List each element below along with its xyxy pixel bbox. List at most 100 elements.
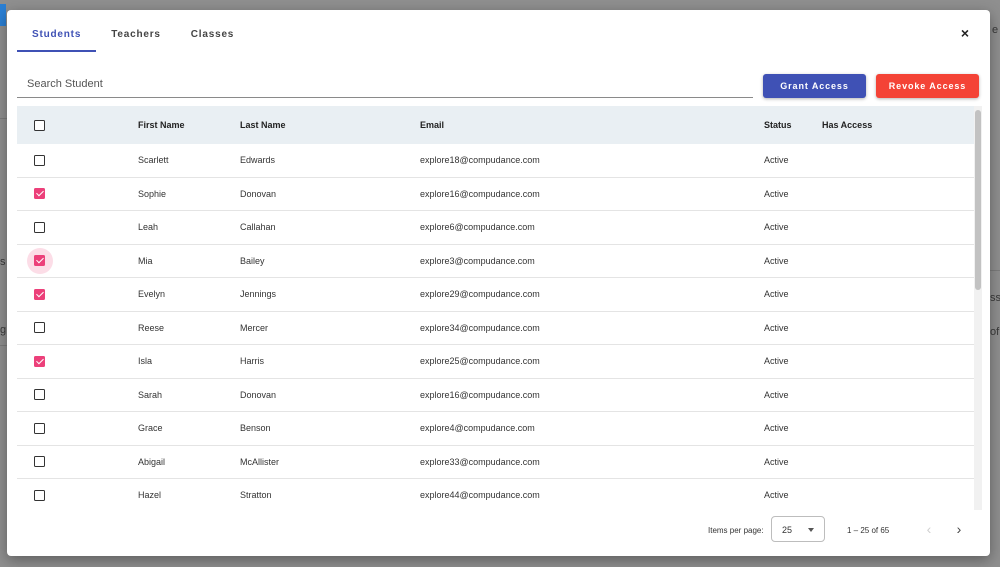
table-row[interactable]: Hazel Stratton explore44@compudance.com Act…	[17, 479, 974, 510]
app-logo	[0, 4, 6, 26]
header-has-access[interactable]: Has Access	[822, 120, 902, 130]
next-page-icon[interactable]: ›	[950, 521, 968, 539]
email-cell: explore4@compudance.com	[420, 423, 535, 434]
email-cell: explore3@compudance.com	[420, 255, 535, 266]
previous-page-icon[interactable]: ‹	[920, 521, 938, 539]
last-name-cell: Stratton	[240, 490, 272, 501]
revoke-access-button[interactable]: Revoke Access	[876, 74, 979, 98]
bg-text-fragment: s	[0, 256, 6, 268]
search-field	[17, 70, 753, 98]
email-cell: explore25@compudance.com	[420, 356, 540, 367]
bg-text-fragment: ss	[990, 292, 1000, 304]
header-first-name[interactable]: First Name	[57, 120, 240, 130]
close-icon[interactable]: ×	[956, 24, 974, 42]
table-row[interactable]: Evelyn Jennings explore29@compudance.com Ac…	[17, 278, 974, 312]
bg-divider	[0, 118, 7, 119]
page-range-label: 1 – 25 of 65	[847, 526, 890, 535]
table-row[interactable]: Isla Harris explore25@compudance.com Active	[17, 345, 974, 379]
row-checkbox[interactable]	[34, 221, 45, 233]
tab-students[interactable]: Students	[17, 24, 97, 52]
tab-bar: Students Teachers Classes	[17, 24, 249, 52]
bg-divider	[0, 345, 7, 346]
status-cell: Active	[764, 222, 789, 233]
bg-text-fragment: e	[992, 24, 999, 36]
status-cell: Active	[764, 356, 789, 367]
row-checkbox[interactable]	[34, 188, 45, 200]
header-status[interactable]: Status	[764, 120, 822, 130]
email-cell: explore33@compudance.com	[420, 456, 540, 467]
search-input[interactable]	[17, 70, 753, 97]
bg-text-fragment: of	[990, 326, 1000, 338]
status-cell: Active	[764, 423, 789, 434]
status-cell: Active	[764, 490, 789, 501]
bg-divider	[990, 270, 1000, 271]
last-name-cell: Bailey	[240, 255, 265, 266]
first-name-cell: Scarlett	[138, 155, 169, 166]
first-name-cell: Sarah	[138, 389, 163, 400]
items-per-page-value: 25	[782, 525, 793, 535]
row-checkbox[interactable]	[34, 288, 45, 300]
header-email[interactable]: Email	[420, 120, 764, 130]
email-cell: explore29@compudance.com	[420, 289, 540, 300]
paginator: Items per page: 25 1 – 25 of 65 ‹ ›	[7, 513, 990, 549]
row-checkbox-cell	[17, 278, 57, 311]
tab-classes[interactable]: Classes	[176, 24, 249, 52]
row-checkbox-cell	[17, 211, 57, 244]
row-checkbox[interactable]	[34, 489, 45, 501]
email-cell: explore34@compudance.com	[420, 322, 540, 333]
last-name-cell: Benson	[240, 423, 271, 434]
row-checkbox[interactable]	[34, 456, 45, 468]
table-row[interactable]: Scarlett Edwards explore18@compudance.com A…	[17, 144, 974, 178]
first-name-cell: Evelyn	[138, 289, 166, 300]
email-cell: explore44@compudance.com	[420, 490, 540, 501]
table-header: First Name Last Name Email Status Has Ac…	[17, 106, 974, 144]
bg-text-fragment: g	[0, 324, 7, 336]
row-checkbox[interactable]	[34, 255, 45, 267]
first-name-cell: Leah	[138, 222, 159, 233]
status-cell: Active	[764, 188, 789, 199]
status-cell: Active	[764, 456, 789, 467]
row-checkbox[interactable]	[34, 355, 45, 367]
select-all-checkbox[interactable]	[34, 119, 45, 131]
last-name-cell: Harris	[240, 356, 264, 367]
table-scrollbar[interactable]	[974, 106, 982, 510]
last-name-cell: Callahan	[240, 222, 276, 233]
status-cell: Active	[764, 255, 789, 266]
table-row[interactable]: Abigail McAllister explore33@compudance.co…	[17, 446, 974, 479]
table-row[interactable]: Reese Mercer explore34@compudance.com Activ…	[17, 312, 974, 345]
row-checkbox[interactable]	[34, 322, 45, 334]
header-checkbox-cell	[17, 106, 57, 144]
row-checkbox-cell	[17, 144, 57, 177]
email-cell: explore6@compudance.com	[420, 222, 535, 233]
scrollbar-thumb[interactable]	[975, 110, 981, 290]
row-checkbox-cell	[17, 479, 57, 510]
first-name-cell: Reese	[138, 322, 165, 333]
row-checkbox[interactable]	[34, 422, 45, 434]
items-per-page-select[interactable]: 25	[771, 516, 825, 542]
row-checkbox[interactable]	[34, 154, 45, 166]
table-row[interactable]: Sophie Donovan explore16@compudance.com Act…	[17, 178, 974, 211]
email-cell: explore16@compudance.com	[420, 188, 540, 199]
table-row[interactable]: Grace Benson explore4@compudance.com Active	[17, 412, 974, 446]
row-checkbox[interactable]	[34, 389, 45, 401]
students-table: First Name Last Name Email Status Has Ac…	[17, 106, 974, 510]
status-cell: Active	[764, 155, 789, 166]
table-body: Scarlett Edwards explore18@compudance.com A…	[17, 144, 974, 510]
first-name-cell: Isla	[138, 356, 153, 367]
header-last-name[interactable]: Last Name	[240, 120, 420, 130]
last-name-cell: Donovan	[240, 389, 277, 400]
table-row[interactable]: Mia Bailey explore3@compudance.com Active	[17, 245, 974, 278]
row-checkbox-cell	[17, 379, 57, 412]
row-checkbox-cell	[17, 312, 57, 345]
grant-access-button[interactable]: Grant Access	[763, 74, 866, 98]
last-name-cell: Donovan	[240, 188, 277, 199]
status-cell: Active	[764, 322, 789, 333]
row-checkbox-cell	[17, 412, 57, 445]
status-cell: Active	[764, 389, 789, 400]
email-cell: explore16@compudance.com	[420, 389, 540, 400]
table-row[interactable]: Leah Callahan explore6@compudance.com Activ…	[17, 211, 974, 245]
first-name-cell: Mia	[138, 255, 153, 266]
last-name-cell: Edwards	[240, 155, 276, 166]
tab-teachers[interactable]: Teachers	[96, 24, 176, 52]
table-row[interactable]: Sarah Donovan explore16@compudance.com Acti…	[17, 379, 974, 412]
